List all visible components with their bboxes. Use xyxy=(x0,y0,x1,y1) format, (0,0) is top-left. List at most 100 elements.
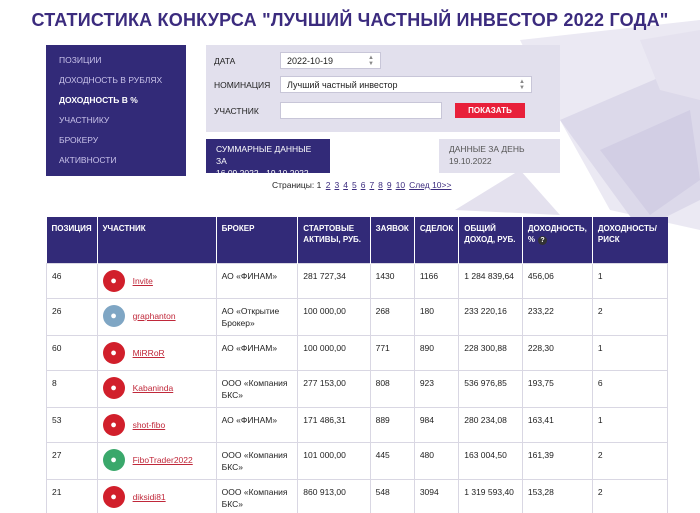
cell-income: 1 319 593,40 xyxy=(458,478,523,513)
select-arrows-icon: ▲ ▼ xyxy=(519,78,525,91)
pagination: Страницы: 1 2 3 4 5 6 7 8 9 10 След 10>> xyxy=(272,180,453,190)
cell-risk: 2 xyxy=(591,441,669,480)
show-button[interactable]: ПОКАЗАТЬ xyxy=(455,103,525,118)
participant-link[interactable]: shot-fibo xyxy=(133,419,166,431)
avatar[interactable]: ● xyxy=(102,341,125,364)
page-link[interactable]: 6 xyxy=(361,180,366,190)
table-row: 21 ● diksidi81 ООО «Компания БКС» 860 913,00… xyxy=(46,478,669,513)
header-income[interactable]: ОБЩИЙ ДОХОД, РУБ. xyxy=(458,217,523,263)
cell-participant: ● diksidi81 xyxy=(96,478,217,513)
table-row: 46 ● Invite АО «ФИНАМ» 281 727,34 1430 1166 1 2… xyxy=(46,262,669,299)
tab-summary[interactable]: СУММАРНЫЕ ДАННЫЕ ЗА 16.09.2022 - 19.10.2… xyxy=(206,139,330,178)
header-orders[interactable]: ЗАЯВОК xyxy=(370,217,415,263)
page-link[interactable]: 2 xyxy=(326,180,331,190)
cell-risk: 1 xyxy=(591,334,669,371)
cell-assets: 100 000,00 xyxy=(297,297,371,336)
cell-orders: 889 xyxy=(369,406,415,443)
cell-broker: ООО «Компания БКС» xyxy=(215,478,299,513)
page-link[interactable]: 7 xyxy=(369,180,374,190)
header-participant[interactable]: УЧАСТНИК xyxy=(97,217,217,263)
user-icon: ● xyxy=(110,274,117,287)
header-deals[interactable]: СДЕЛОК xyxy=(414,217,460,263)
cell-participant: ● graphanton xyxy=(96,297,217,336)
table-row: 27 ● FiboTrader2022 ООО «Компания БКС» 101 0… xyxy=(46,441,669,480)
page-link[interactable]: 8 xyxy=(378,180,383,190)
nomination-label: НОМИНАЦИЯ xyxy=(214,79,271,90)
cell-yield: 193,75 xyxy=(521,369,593,408)
cell-participant: ● FiboTrader2022 xyxy=(96,441,217,480)
cell-risk: 2 xyxy=(591,297,669,336)
cell-income: 536 976,85 xyxy=(458,369,523,408)
cell-deals: 984 xyxy=(413,406,460,443)
page-link[interactable]: 10 xyxy=(396,180,405,190)
header-assets[interactable]: СТАРТОВЫЕ АКТИВЫ, РУБ. xyxy=(297,217,371,263)
cell-assets: 171 486,31 xyxy=(297,406,371,443)
cell-position: 60 xyxy=(46,334,98,371)
avatar[interactable]: ● xyxy=(102,304,125,327)
date-input[interactable]: 2022-10-19 ▲ ▼ xyxy=(280,52,381,69)
cell-assets: 281 727,34 xyxy=(297,262,371,299)
date-label: ДАТА xyxy=(214,55,236,66)
participant-link[interactable]: FiboTrader2022 xyxy=(133,454,193,466)
cell-assets: 100 000,00 xyxy=(297,334,371,371)
header-position[interactable]: ПОЗИЦИЯ xyxy=(46,217,98,263)
menu-item-income-percent[interactable]: ДОХОДНОСТЬ В % xyxy=(46,94,186,114)
header-yield-label: ДОХОДНОСТЬ, % xyxy=(527,224,587,244)
cell-income: 280 234,08 xyxy=(458,406,523,443)
menu-item-activity[interactable]: АКТИВНОСТИ xyxy=(46,154,186,174)
user-icon: ● xyxy=(110,418,117,431)
table-row: 26 ● graphanton АО «Открытие Брокер» 100 000… xyxy=(46,297,669,336)
results-table: ПОЗИЦИЯ УЧАСТНИК БРОКЕР СТАРТОВЫЕ АКТИВЫ… xyxy=(46,217,669,513)
cell-position: 26 xyxy=(46,297,98,336)
cell-participant: ● Kabaninda xyxy=(96,369,217,408)
avatar[interactable]: ● xyxy=(102,448,125,471)
menu-item-broker[interactable]: БРОКЕРУ xyxy=(46,134,186,154)
menu-item-participant[interactable]: УЧАСТНИКУ xyxy=(46,114,186,134)
cell-broker: АО «ФИНАМ» xyxy=(215,262,299,299)
spinner-icon[interactable]: ▲ ▼ xyxy=(368,55,374,67)
cell-deals: 923 xyxy=(413,369,460,408)
cell-broker: ООО «Компания БКС» xyxy=(215,369,299,408)
cell-risk: 1 xyxy=(591,406,669,443)
participant-label: УЧАСТНИК xyxy=(214,105,259,116)
user-icon: ● xyxy=(110,309,117,322)
tab-summary-range: 16.09.2022 - 19.10.2022 xyxy=(216,168,309,178)
cell-yield: 163,41 xyxy=(521,406,593,443)
header-risk[interactable]: ДОХОДНОСТЬ/ РИСК xyxy=(592,217,668,263)
page-link[interactable]: 3 xyxy=(335,180,340,190)
participant-input[interactable] xyxy=(280,102,442,119)
avatar[interactable]: ● xyxy=(102,269,125,292)
tab-summary-title: СУММАРНЫЕ ДАННЫЕ ЗА xyxy=(216,144,312,166)
tab-day[interactable]: ДАННЫЕ ЗА ДЕНЬ 19.10.2022 xyxy=(439,139,560,173)
cell-risk: 2 xyxy=(591,478,669,513)
header-broker[interactable]: БРОКЕР xyxy=(216,217,299,263)
cell-deals: 3094 xyxy=(413,478,460,513)
cell-deals: 480 xyxy=(413,441,460,480)
participant-link[interactable]: MiRRoR xyxy=(133,347,165,359)
next-pages-link[interactable]: След 10>> xyxy=(409,180,451,190)
avatar[interactable]: ● xyxy=(102,485,125,508)
avatar[interactable]: ● xyxy=(102,413,125,436)
help-icon[interactable]: ? xyxy=(537,236,547,245)
participant-link[interactable]: diksidi81 xyxy=(133,491,166,503)
nomination-select[interactable]: Лучший частный инвестор ▲ ▼ xyxy=(280,76,532,93)
header-yield[interactable]: ДОХОДНОСТЬ, %? xyxy=(522,217,593,263)
cell-position: 8 xyxy=(46,369,98,408)
cell-broker: АО «Открытие Брокер» xyxy=(215,297,299,336)
page-link[interactable]: 9 xyxy=(387,180,392,190)
cell-yield: 233,22 xyxy=(521,297,593,336)
user-icon: ● xyxy=(110,490,117,503)
cell-deals: 180 xyxy=(413,297,460,336)
menu-item-positions[interactable]: ПОЗИЦИИ xyxy=(46,54,186,74)
cell-orders: 548 xyxy=(369,478,415,513)
table-row: 60 ● MiRRoR АО «ФИНАМ» 100 000,00 771 890 228 3… xyxy=(46,334,669,371)
table-header-row: ПОЗИЦИЯ УЧАСТНИК БРОКЕР СТАРТОВЫЕ АКТИВЫ… xyxy=(46,217,668,263)
cell-orders: 771 xyxy=(369,334,415,371)
page-link[interactable]: 5 xyxy=(352,180,357,190)
page-link[interactable]: 4 xyxy=(343,180,348,190)
participant-link[interactable]: graphanton xyxy=(133,310,176,322)
menu-item-income-rub[interactable]: ДОХОДНОСТЬ В РУБЛЯХ xyxy=(46,74,186,94)
participant-link[interactable]: Kabaninda xyxy=(133,382,174,394)
participant-link[interactable]: Invite xyxy=(133,275,153,287)
avatar[interactable]: ● xyxy=(102,376,125,399)
